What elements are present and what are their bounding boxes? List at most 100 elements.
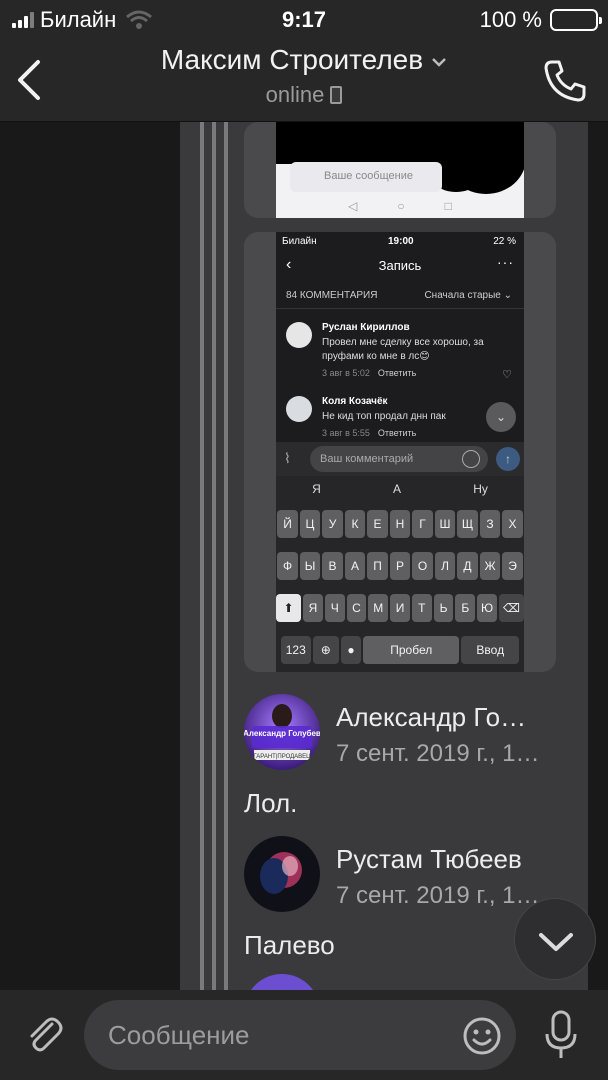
screenshot-suggestions: Я А Ну: [276, 482, 524, 502]
message-text: Лол.: [244, 788, 298, 818]
screenshot-comment-text: Не кид топ продал днн пак: [322, 411, 446, 422]
avatar[interactable]: [244, 836, 320, 912]
online-status: online: [265, 82, 325, 107]
phone-call-icon[interactable]: [542, 58, 588, 104]
screenshot-navbar: ◁ ○ □: [348, 199, 452, 213]
screenshot-image: Ваше сообщение ◁ ○ □: [276, 122, 524, 218]
screenshot-comment-meta: 3 авг в 5:55 Ответить: [322, 428, 416, 438]
keyboard-key: М: [368, 594, 389, 622]
chat-screen: Билайн 9:17 100 % Максим Строителев onli…: [0, 0, 608, 1080]
screenshot-comments-count: 84 КОММЕНТАРИЯ: [286, 290, 378, 301]
battery-percent: 100 %: [479, 7, 542, 32]
screenshot-avatar: [286, 396, 312, 422]
keyboard-row: ЙЦУКЕНГШЩЗХ: [276, 510, 524, 538]
screenshot-paperclip-icon: ⌇: [284, 450, 291, 466]
screenshot-time: 19:00: [388, 236, 414, 247]
avatar[interactable]: [244, 974, 320, 990]
keyboard-key: И: [390, 594, 410, 622]
message-input[interactable]: Сообщение: [84, 1000, 516, 1070]
keyboard-key: К: [344, 510, 366, 538]
screenshot-comment-author: Руслан Кириллов: [322, 322, 410, 333]
message-item[interactable]: Александр Голубев ГАРАНТ|ПРОДАВЕЦ Алекса…: [244, 694, 584, 834]
keyboard-row: ⬆ Я Ч С М И Т Ь Б Ю ⌫: [276, 594, 524, 622]
keyboard-key: Т: [411, 594, 432, 622]
keyboard-key: Щ: [457, 510, 478, 538]
globe-key: ⊕: [312, 636, 339, 664]
thread-line: [200, 122, 204, 990]
screenshot-input: Ваше сообщение: [290, 162, 442, 192]
avatar-name-text: Александр Голубев: [244, 729, 320, 738]
paperclip-icon[interactable]: [22, 1012, 66, 1056]
keyboard-key: Е: [367, 510, 388, 538]
shift-key: ⬆: [276, 594, 302, 622]
screenshot-reply: Ответить: [377, 368, 417, 378]
screenshot-emoji-icon: [462, 450, 480, 468]
keyboard-key: С: [346, 594, 367, 622]
screenshot-sort: Сначала старые ⌄: [424, 290, 512, 301]
keyboard-key: О: [412, 552, 433, 580]
battery-icon: [550, 9, 602, 31]
chat-title-text: Максим Строителев: [160, 44, 424, 75]
message-author[interactable]: Александр Го…: [336, 702, 526, 733]
keyboard-key: Э: [502, 552, 523, 580]
scroll-down-button[interactable]: [514, 898, 596, 980]
message-list[interactable]: Ваше сообщение ◁ ○ □ Билайн 19:00 22 % ‹ З…: [0, 122, 608, 990]
screenshot-reply: Ответить: [377, 428, 417, 438]
screenshot-status-bar: Билайн 19:00 22 %: [276, 232, 524, 250]
keyboard-row: ФЫВАПРОЛДЖЭ: [276, 552, 524, 580]
screenshot-image: Билайн 19:00 22 % ‹ Запись ··· 84 КОММЕН…: [276, 232, 524, 672]
message-text: Палево: [244, 930, 335, 960]
attachment-image[interactable]: Билайн 19:00 22 % ‹ Запись ··· 84 КОММЕН…: [244, 232, 556, 672]
suggestion: Ну: [473, 482, 488, 496]
keyboard-key: П: [367, 552, 388, 580]
microphone-icon[interactable]: [544, 1010, 578, 1060]
status-bar: Билайн 9:17 100 %: [0, 0, 608, 38]
chat-title-block[interactable]: Максим Строителев online: [0, 44, 608, 108]
screenshot-comment: Руслан Кириллов Провел мне сделку все хо…: [286, 322, 516, 382]
keyboard-key: Ч: [324, 594, 345, 622]
screenshot-send-icon: ↑: [496, 447, 520, 471]
keyboard-key: Ц: [299, 510, 321, 538]
screenshot-comment-input: Ваш комментарий: [310, 446, 488, 472]
keyboard-row: 123 ⊕ ● Пробел Ввод: [276, 636, 524, 664]
mobile-device-icon: [330, 86, 343, 104]
backspace-key: ⌫: [498, 594, 524, 622]
screenshot-back-icon: ‹: [286, 256, 292, 273]
keyboard-key: В: [322, 552, 343, 580]
screenshot-comment-meta: 3 авг в 5:02 Ответить: [322, 368, 416, 378]
message-author[interactable]: Рустам Тюбеев: [336, 844, 522, 875]
screenshot-heart-icon: ♡: [502, 369, 512, 381]
screenshot-comments-bar: 84 КОММЕНТАРИЯ Сначала старые ⌄: [276, 284, 524, 306]
chat-header: Максим Строителев online: [0, 38, 608, 122]
message-date: 7 сент. 2019 г., 1…: [336, 882, 540, 909]
keyboard-key: Ю: [477, 594, 497, 622]
scroll-down-icon: [539, 933, 573, 951]
suggestion: А: [392, 482, 401, 496]
emoji-icon[interactable]: [462, 1016, 502, 1056]
keyboard-key: Ь: [433, 594, 454, 622]
chat-subtitle: online: [0, 82, 608, 108]
keyboard-key: А: [344, 552, 366, 580]
keyboard-key: Ш: [434, 510, 456, 538]
attachment-image[interactable]: Ваше сообщение ◁ ○ □: [244, 122, 556, 218]
thread-line: [212, 122, 216, 990]
screenshot-comment-date: 3 авг в 5:02: [322, 368, 370, 378]
keyboard-key: Ж: [479, 552, 501, 580]
screenshot-avatar: [286, 322, 312, 348]
message-date: 7 сент. 2019 г., 1…: [336, 740, 540, 767]
suggestion: Я: [312, 482, 321, 496]
screenshot-keyboard: Я А Ну ЙЦУКЕНГШЩЗХ ФЫВАПРОЛДЖЭ ⬆ ЯЧСМИТЬ…: [276, 476, 524, 672]
screenshot-header: ‹ Запись ···: [276, 250, 524, 282]
screenshot-comment-placeholder: Ваш комментарий: [320, 453, 414, 465]
screenshot-scroll-down-icon: ⌄: [486, 402, 516, 432]
keyboard-key: Ы: [299, 552, 321, 580]
screenshot-comment: Коля Козачёк Не кид топ продал днн пак 3…: [286, 396, 516, 440]
keyboard-key: Д: [457, 552, 478, 580]
keyboard-key: Ф: [277, 552, 298, 580]
battery: 100 %: [479, 7, 602, 33]
dictation-key: ●: [340, 636, 362, 664]
screenshot-comment-text: Провел мне сделку все хорошо, за пруфами…: [322, 337, 484, 362]
avatar[interactable]: Александр Голубев ГАРАНТ|ПРОДАВЕЦ: [244, 694, 320, 770]
screenshot-more-icon: ···: [497, 254, 514, 270]
keyboard-key: У: [322, 510, 343, 538]
